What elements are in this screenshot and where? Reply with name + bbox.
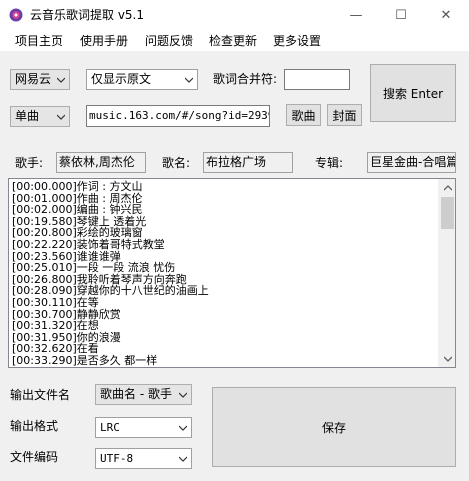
lyric-merge-input[interactable] (284, 69, 350, 90)
lyric-line: [00:31.320]在想 (12, 319, 99, 333)
album-label: 专辑: (315, 156, 344, 170)
lyrics-list: [00:00.000]作词 : 方文山 [00:01.000]作曲 : 周杰伦 [0… (9, 179, 455, 367)
lyric-line: [00:30.110]在等 (12, 295, 99, 309)
scroll-up-icon[interactable] (439, 179, 455, 196)
menu-feedback[interactable]: 问题反馈 (145, 33, 193, 49)
output-filename-select[interactable]: 歌曲名 - 歌手 (95, 384, 192, 405)
save-button-label: 保存 (321, 420, 346, 435)
close-icon: ✕ (440, 7, 452, 23)
display-mode-select[interactable]: 仅显示原文 (86, 69, 198, 90)
lyric-line: [00:00.000]作词 : 方文山 (12, 180, 143, 193)
search-button-label: 搜索 Enter (382, 86, 444, 101)
song-name-field: 布拉格广场 (203, 152, 293, 173)
display-mode-value: 仅显示原文 (91, 72, 152, 86)
file-encoding-value: UTF-8 (100, 452, 134, 465)
file-encoding-label: 文件编码 (10, 450, 59, 464)
search-button[interactable]: 搜索 Enter (370, 64, 456, 122)
window-title: 云音乐歌词提取 v5.1 (30, 8, 145, 22)
source-select-value: 网易云 (15, 72, 52, 86)
source-select[interactable]: 网易云 (10, 69, 70, 90)
output-format-label: 输出格式 (10, 419, 59, 433)
lyric-line: [00:33.290]是否多久 都一样 (12, 353, 158, 367)
scroll-down-icon[interactable] (439, 350, 455, 367)
chevron-down-icon (179, 425, 187, 431)
menu-project-home[interactable]: 项目主页 (15, 33, 63, 49)
chevron-down-icon (179, 392, 187, 398)
chevron-down-icon (57, 114, 65, 120)
lyrics-scrollbar[interactable] (438, 179, 455, 367)
app-logo-icon (9, 8, 23, 22)
album-field: 巨星金曲-合唱篇 (367, 152, 456, 173)
chevron-down-icon (179, 456, 187, 462)
output-format-select[interactable]: LRC (95, 417, 192, 438)
minimize-icon: — (349, 7, 363, 23)
save-button[interactable]: 保存 (212, 387, 456, 467)
cover-button[interactable]: 封面 (327, 104, 362, 126)
lyric-line: [00:25.010]一段 一段 流浪 忧伤 (12, 261, 176, 275)
output-format-value: LRC (100, 421, 120, 434)
song-button-label: 歌曲 (291, 108, 316, 123)
chevron-down-icon (185, 77, 193, 83)
search-type-value: 单曲 (15, 109, 40, 123)
close-button[interactable]: ✕ (424, 0, 468, 30)
menu-check-update[interactable]: 检查更新 (209, 33, 257, 49)
search-type-select[interactable]: 单曲 (10, 106, 70, 127)
menu-more-settings[interactable]: 更多设置 (273, 33, 321, 49)
output-filename-label: 输出文件名 (10, 388, 71, 402)
scrollbar-thumb[interactable] (441, 197, 454, 229)
singer-label: 歌手: (15, 156, 44, 170)
singer-field: 蔡依林,周杰伦 (56, 152, 146, 173)
maximize-button[interactable]: ☐ (379, 0, 423, 30)
cover-button-label: 封面 (332, 108, 357, 123)
chevron-down-icon (57, 77, 65, 83)
output-filename-value: 歌曲名 - 歌手 (100, 387, 172, 401)
lyrics-textarea[interactable]: [00:00.000]作词 : 方文山 [00:01.000]作曲 : 周杰伦 [0… (8, 178, 456, 368)
url-input[interactable]: music.163.com/#/song?id=29393641 (86, 105, 270, 127)
minimize-button[interactable]: — (334, 0, 378, 30)
lyric-merge-label: 歌词合并符: (213, 72, 278, 86)
lyric-line: [00:35.050]... (9, 366, 455, 367)
song-name-label: 歌名: (162, 156, 191, 170)
song-button[interactable]: 歌曲 (286, 104, 321, 126)
menu-user-manual[interactable]: 使用手册 (80, 33, 128, 49)
file-encoding-select[interactable]: UTF-8 (95, 448, 192, 469)
maximize-icon: ☐ (395, 7, 407, 23)
lyric-line: [00:22.220]装饰着哥特式教堂 (12, 237, 165, 251)
